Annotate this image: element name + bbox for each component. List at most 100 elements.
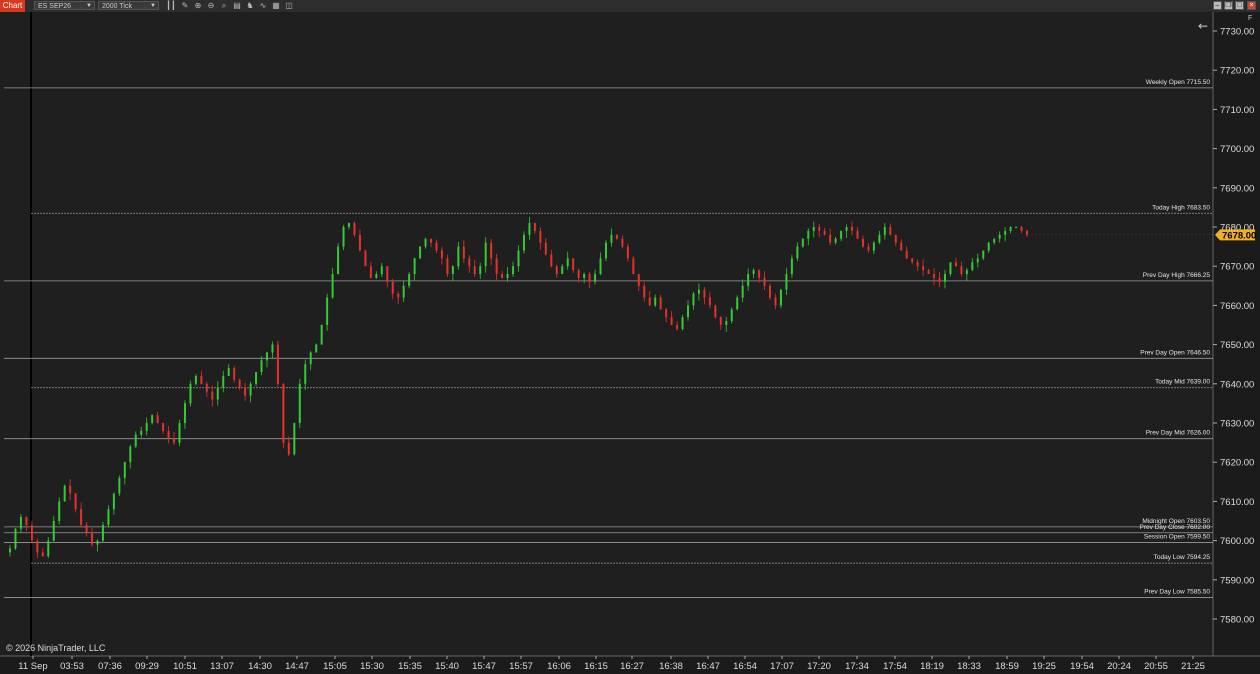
candle-body [358, 234, 361, 251]
candle-body [594, 274, 597, 282]
time-tick-label: 16:06 [547, 661, 571, 672]
candle-body [364, 250, 367, 267]
candle-body [244, 387, 247, 396]
candle-body [342, 227, 345, 247]
candle-body [430, 238, 433, 243]
candle-body [468, 258, 471, 267]
candle-body [255, 372, 258, 384]
candle-body [949, 262, 952, 275]
back-arrow-icon[interactable]: ← [1198, 19, 1208, 33]
candle-body [298, 383, 301, 423]
candle-body [911, 258, 914, 263]
candle-body [457, 246, 460, 267]
candle-body [309, 352, 312, 365]
level-label: Session Open 7599.50 [1144, 534, 1211, 541]
candle-body [714, 305, 717, 318]
minimize-button[interactable]: – [1213, 1, 1222, 10]
price-tick-label: 7660.00 [1220, 301, 1254, 312]
bar-type-icon[interactable]: ┃┃ [166, 1, 176, 11]
candle-body [348, 223, 350, 227]
candle-body [583, 274, 586, 278]
price-chart[interactable]: 7730.007720.007710.007700.007690.007680.… [0, 12, 1260, 674]
candle-body [112, 493, 115, 510]
candle-body [993, 238, 996, 243]
candle-body [101, 524, 104, 541]
candle-body [905, 250, 908, 259]
candle-body [30, 524, 33, 541]
candle-body [107, 509, 110, 525]
candle-body [233, 368, 236, 380]
candle-body [282, 383, 285, 443]
snap-icon[interactable]: ◫ [284, 1, 294, 11]
candle-body [320, 325, 323, 345]
candle-body [96, 540, 99, 545]
time-tick-label: 16:38 [659, 661, 683, 672]
candle-body [572, 258, 575, 271]
close-button[interactable]: × [1247, 1, 1256, 10]
templates-icon[interactable]: ▦ [271, 1, 281, 11]
price-tick-label: 7730.00 [1220, 27, 1254, 38]
candle-body [419, 246, 422, 259]
price-tick-label: 7700.00 [1220, 144, 1254, 155]
candle-body [965, 270, 968, 275]
candle-body [829, 234, 832, 243]
candle-body [758, 270, 761, 278]
price-tick-label: 7610.00 [1220, 497, 1254, 508]
candle-body [861, 238, 864, 247]
copyright-text: © 2026 NinjaTrader, LLC [6, 643, 106, 653]
candle-body [271, 344, 274, 353]
candle-body [134, 434, 137, 447]
candle-body [878, 234, 881, 243]
candle-body [304, 364, 307, 384]
candle-body [933, 274, 936, 278]
search-icon[interactable]: ⌕ [219, 1, 229, 11]
indicators-icon[interactable]: ∿ [258, 1, 268, 11]
last-price-label: 7678.00 [1222, 230, 1256, 241]
price-tick-label: 7710.00 [1220, 105, 1254, 116]
candle-body [25, 517, 28, 525]
candle-body [501, 274, 504, 278]
candle-body [615, 234, 618, 239]
candle-body [604, 242, 607, 259]
candle-body [435, 242, 438, 251]
properties-icon[interactable]: ▤ [232, 1, 242, 11]
price-tick-label: 7630.00 [1220, 419, 1254, 430]
instrument-label: ES SEP26 [38, 3, 72, 10]
restore-button[interactable]: ❐ [1224, 1, 1233, 10]
candle-body [473, 266, 476, 275]
chart-background [0, 12, 1260, 674]
time-tick-label: 18:19 [920, 661, 944, 672]
time-tick-label: 19:25 [1032, 661, 1056, 672]
price-tick-label: 7720.00 [1220, 66, 1254, 77]
candle-body [807, 230, 810, 239]
level-label: Prev Day Mid 7626.00 [1146, 430, 1211, 437]
candle-body [402, 285, 405, 298]
candle-body [479, 266, 482, 275]
instrument-selector[interactable]: ES SEP26 ▼ [34, 1, 95, 10]
candle-body [36, 540, 39, 553]
candle-body [397, 293, 400, 298]
time-tick-label: 11 Sep [18, 661, 47, 672]
draw-line-icon[interactable]: ✎ [180, 1, 190, 11]
candle-body [265, 352, 268, 361]
candle-body [162, 423, 165, 431]
candle-body [151, 415, 154, 423]
candle-body [484, 242, 487, 267]
candle-body [386, 266, 389, 282]
candle-body [140, 430, 143, 435]
candle-body [194, 375, 197, 384]
maximize-button[interactable]: □ [1235, 1, 1244, 10]
candle-body [938, 277, 941, 282]
time-tick-label: 17:34 [845, 661, 869, 672]
time-tick-label: 19:54 [1070, 661, 1094, 672]
candle-body [74, 493, 77, 510]
candle-body [451, 266, 454, 275]
period-selector[interactable]: 2000 Tick ▼ [98, 1, 159, 10]
zoom-out-icon[interactable]: ⊖ [206, 1, 216, 11]
strategies-icon[interactable]: ♞ [245, 1, 255, 11]
price-tick-label: 7620.00 [1220, 458, 1254, 469]
zoom-in-icon[interactable]: ⊕ [193, 1, 203, 11]
chart-tab[interactable]: Chart [0, 0, 25, 12]
price-tick-label: 7600.00 [1220, 536, 1254, 547]
candle-body [205, 383, 208, 392]
